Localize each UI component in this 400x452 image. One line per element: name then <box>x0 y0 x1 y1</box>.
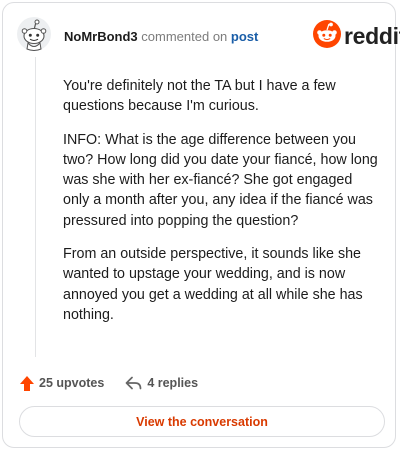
reddit-snoo-icon <box>313 19 341 53</box>
reply-count: 4 replies <box>147 376 199 390</box>
upvote-count: 25 upvotes <box>39 376 105 390</box>
reply-arrow-icon <box>125 376 142 390</box>
reddit-logo[interactable]: reddit <box>313 19 400 53</box>
post-link[interactable]: post <box>231 29 258 44</box>
username[interactable]: NoMrBond3 <box>64 29 138 44</box>
comment-body: You're definitely not the TA but I have … <box>63 76 381 338</box>
comment-paragraph: From an outside perspective, it sounds l… <box>63 246 363 323</box>
comment-paragraph: INFO: What is the age difference between… <box>63 131 378 229</box>
action-text: commented on <box>141 29 228 44</box>
thread-line <box>35 57 36 357</box>
comment-header: NoMrBond3 commented on post <box>64 29 258 44</box>
view-conversation-button[interactable]: View the conversation <box>19 406 385 437</box>
reddit-wordmark: reddit <box>344 22 400 49</box>
comment-actions: 25 upvotes 4 replies <box>19 373 198 393</box>
comment-paragraph: You're definitely not the TA but I have … <box>63 78 336 115</box>
comment-card: NoMrBond3 commented on post reddit You'r… <box>2 2 400 448</box>
replies-button[interactable]: 4 replies <box>125 376 198 390</box>
snoo-avatar-icon[interactable] <box>17 17 51 51</box>
upvote-button[interactable]: 25 upvotes <box>19 375 104 392</box>
upvote-arrow-icon <box>19 375 35 392</box>
